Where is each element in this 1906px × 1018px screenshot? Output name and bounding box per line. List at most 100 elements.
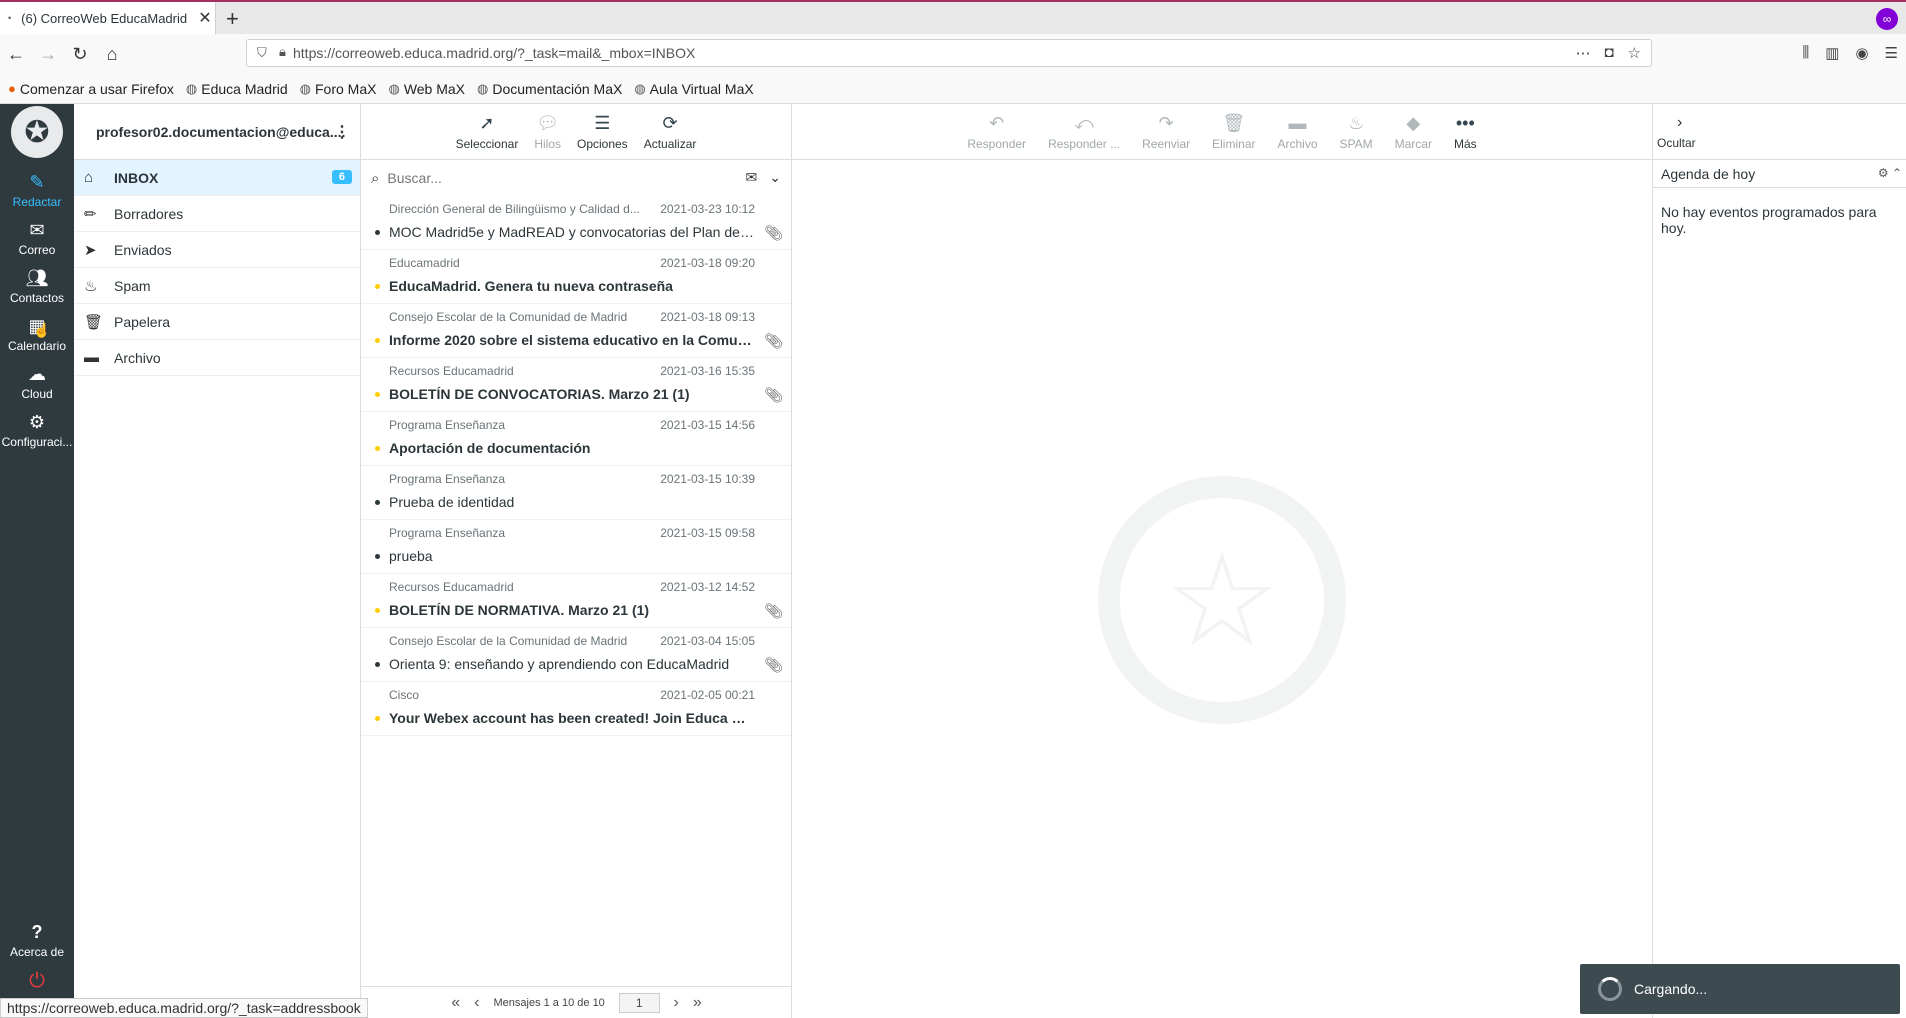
message-date: 2021-03-16 15:35 (660, 364, 755, 378)
close-tab-icon[interactable]: ✕ (195, 8, 215, 28)
message-from: Recursos Educamadrid (389, 364, 514, 378)
new-tab-icon[interactable]: + (226, 6, 239, 32)
bookmark-item[interactable]: ◍ Documentación MaX (477, 81, 622, 97)
message-row[interactable]: Consejo Escolar de la Comunidad de Madri… (361, 628, 791, 682)
sidebar-icon[interactable]: ▥ (1825, 44, 1839, 62)
folder-trash[interactable]: 🗑︎ Papelera (74, 304, 360, 340)
reply-icon: ↶ (989, 112, 1005, 133)
home-icon[interactable]: ⌂ (100, 42, 124, 66)
spinner-icon (1598, 977, 1622, 1001)
message-list: Dirección General de Bilingüismo y Calid… (361, 196, 791, 736)
chevron-down-icon[interactable]: ⌄ (769, 169, 781, 186)
gear-icon: ⚙ (28, 411, 46, 432)
pocket-icon[interactable]: ◘ (1604, 44, 1613, 62)
message-row[interactable]: Consejo Escolar de la Comunidad de Madri… (361, 304, 791, 358)
firefox-icon: ● (8, 81, 16, 96)
reply-all-icon: ⤺ (1074, 112, 1094, 133)
prev-page-icon[interactable]: ‹ (474, 994, 479, 1012)
message-from: Dirección General de Bilingüismo y Calid… (389, 202, 640, 216)
page-actions-icon[interactable]: ⋯ (1575, 44, 1590, 62)
gear-icon[interactable]: ⚙ (1878, 166, 1889, 180)
forward-icon[interactable]: → (36, 42, 60, 66)
envelope-filter-icon[interactable]: ✉ (746, 169, 758, 186)
message-row[interactable]: Recursos Educamadrid 2021-03-12 14:52 BOLE… (361, 574, 791, 628)
bookmark-star-icon[interactable]: ☆ (1628, 44, 1641, 62)
browser-tab[interactable]: • (6) CorreoWeb EducaMadrid ✕ (0, 2, 216, 34)
mark-button[interactable]: ◆ Marcar (1389, 113, 1438, 151)
message-from: Recursos Educamadrid (389, 580, 514, 594)
reload-icon[interactable]: ↻ (68, 42, 92, 66)
archive-icon: ▬ (1288, 112, 1307, 133)
bookmark-item[interactable]: ◍ Foro MaX (300, 81, 377, 97)
fire-icon: ♨ (1347, 112, 1365, 133)
shield-icon[interactable]: ⛉ (257, 45, 267, 61)
lock-icon[interactable]: 🔒︎ (279, 44, 286, 60)
forward-button[interactable]: ↷ Reenviar (1136, 113, 1196, 151)
status-dot-icon (375, 446, 380, 451)
folder-archive[interactable]: ▬ Archivo (74, 340, 360, 376)
globe-icon: ◍ (299, 80, 311, 96)
account-icon[interactable]: ◉ (1855, 44, 1868, 62)
next-page-icon[interactable]: › (674, 994, 679, 1012)
bookmark-item[interactable]: ◍ Educa Madrid (186, 81, 288, 97)
browser-navbar: ← → ↻ ⌂ ⛉ 🔒︎ https://correoweb.educa.mad… (0, 34, 1906, 74)
delete-button[interactable]: 🗑︎ Eliminar (1206, 113, 1261, 151)
message-date: 2021-02-05 00:21 (660, 688, 755, 702)
hide-sidebar-button[interactable]: › Ocultar (1653, 104, 1906, 160)
message-row[interactable]: Recursos Educamadrid 2021-03-16 15:35 BOLE… (361, 358, 791, 412)
search-input[interactable]: Buscar... (387, 170, 441, 186)
account-menu-icon[interactable]: ⋮ (334, 122, 350, 142)
message-row[interactable]: Programa Enseñanza 2021-03-15 10:39 Prueba… (361, 466, 791, 520)
educamadrid-logo[interactable]: ✪ (11, 106, 63, 158)
refresh-button[interactable]: ⟳ Actualizar (638, 113, 703, 151)
archive-button[interactable]: ▬ Archivo (1271, 113, 1323, 151)
message-toolbar: ↶ Responder ⤺ Responder ... ↷ Reenviar 🗑︎ El… (792, 104, 1652, 160)
url-text[interactable]: https://correoweb.educa.madrid.org/?_tas… (293, 45, 695, 61)
bookmark-item[interactable]: ● Comenzar a usar Firefox (8, 81, 174, 97)
back-icon[interactable]: ← (4, 42, 28, 66)
folder-sent[interactable]: ➤ Enviados (74, 232, 360, 268)
first-page-icon[interactable]: « (451, 994, 460, 1012)
spam-button[interactable]: ♨ SPAM (1334, 113, 1379, 151)
message-from: Consejo Escolar de la Comunidad de Madri… (389, 310, 628, 324)
nav-settings[interactable]: ⚙ Configuraci... (0, 402, 74, 458)
bookmark-item[interactable]: ◍ Aula Virtual MaX (634, 81, 753, 97)
folder-spam[interactable]: ♨ Spam (74, 268, 360, 304)
threads-button[interactable]: 💬︎ Hilos (528, 113, 567, 151)
message-row[interactable]: Cisco 2021-02-05 00:21 Your Webex account … (361, 682, 791, 736)
menu-icon[interactable]: ☰ (1885, 44, 1898, 62)
message-row[interactable]: Educamadrid 2021-03-18 09:20 EducaMadrid. … (361, 250, 791, 304)
select-button[interactable]: ➚ Seleccionar (450, 113, 525, 151)
message-row[interactable]: Dirección General de Bilingüismo y Calid… (361, 196, 791, 250)
message-from: Programa Enseñanza (389, 472, 506, 486)
last-page-icon[interactable]: » (693, 994, 702, 1012)
threads-icon: 💬︎ (536, 112, 560, 133)
bookmarks-bar: ● Comenzar a usar Firefox ◍ Educa Madrid ◍… (0, 74, 1906, 104)
send-icon: ➤ (84, 241, 97, 259)
bookmark-item[interactable]: ◍ Web MaX (388, 81, 465, 97)
more-button[interactable]: ••• Más (1448, 113, 1483, 151)
url-bar[interactable]: ⛉ 🔒︎ https://correoweb.educa.madrid.org/… (246, 39, 1652, 67)
reply-button[interactable]: ↶ Responder (961, 113, 1032, 151)
unread-count-badge: 6 (331, 170, 352, 184)
status-dot-icon (375, 554, 380, 559)
message-subject: Informe 2020 sobre el sistema educativo … (389, 332, 755, 348)
nav-about[interactable]: ? Acerca de (0, 912, 74, 968)
search-bar[interactable]: ⌕ Buscar... ✉ ⌄ (361, 160, 791, 196)
folder-drafts[interactable]: ✏ Borradores (74, 196, 360, 232)
inbox-icon: ⌂ (84, 169, 94, 186)
message-date: 2021-03-18 09:13 (660, 310, 755, 324)
message-subject: Aportación de documentación (389, 440, 591, 456)
folder-inbox[interactable]: ⌂ INBOX 6 (74, 160, 360, 196)
page-number-input[interactable]: 1 (618, 992, 660, 1013)
tag-icon: ◆ (1406, 112, 1421, 133)
status-dot-icon (375, 338, 380, 343)
library-icon[interactable]: ⫼ (1802, 44, 1809, 62)
chevron-up-icon[interactable]: ⌃ (1892, 166, 1902, 180)
logout-power-icon[interactable]: ⏻ (0, 970, 74, 993)
message-row[interactable]: Programa Enseñanza 2021-03-15 09:58 prueba (361, 520, 791, 574)
reply-all-button[interactable]: ⤺ Responder ... (1042, 113, 1126, 151)
message-subject: EducaMadrid. Genera tu nueva contraseña (389, 278, 673, 294)
options-button[interactable]: ☰ Opciones (571, 113, 634, 151)
message-row[interactable]: Programa Enseñanza 2021-03-15 14:56 Aporta… (361, 412, 791, 466)
